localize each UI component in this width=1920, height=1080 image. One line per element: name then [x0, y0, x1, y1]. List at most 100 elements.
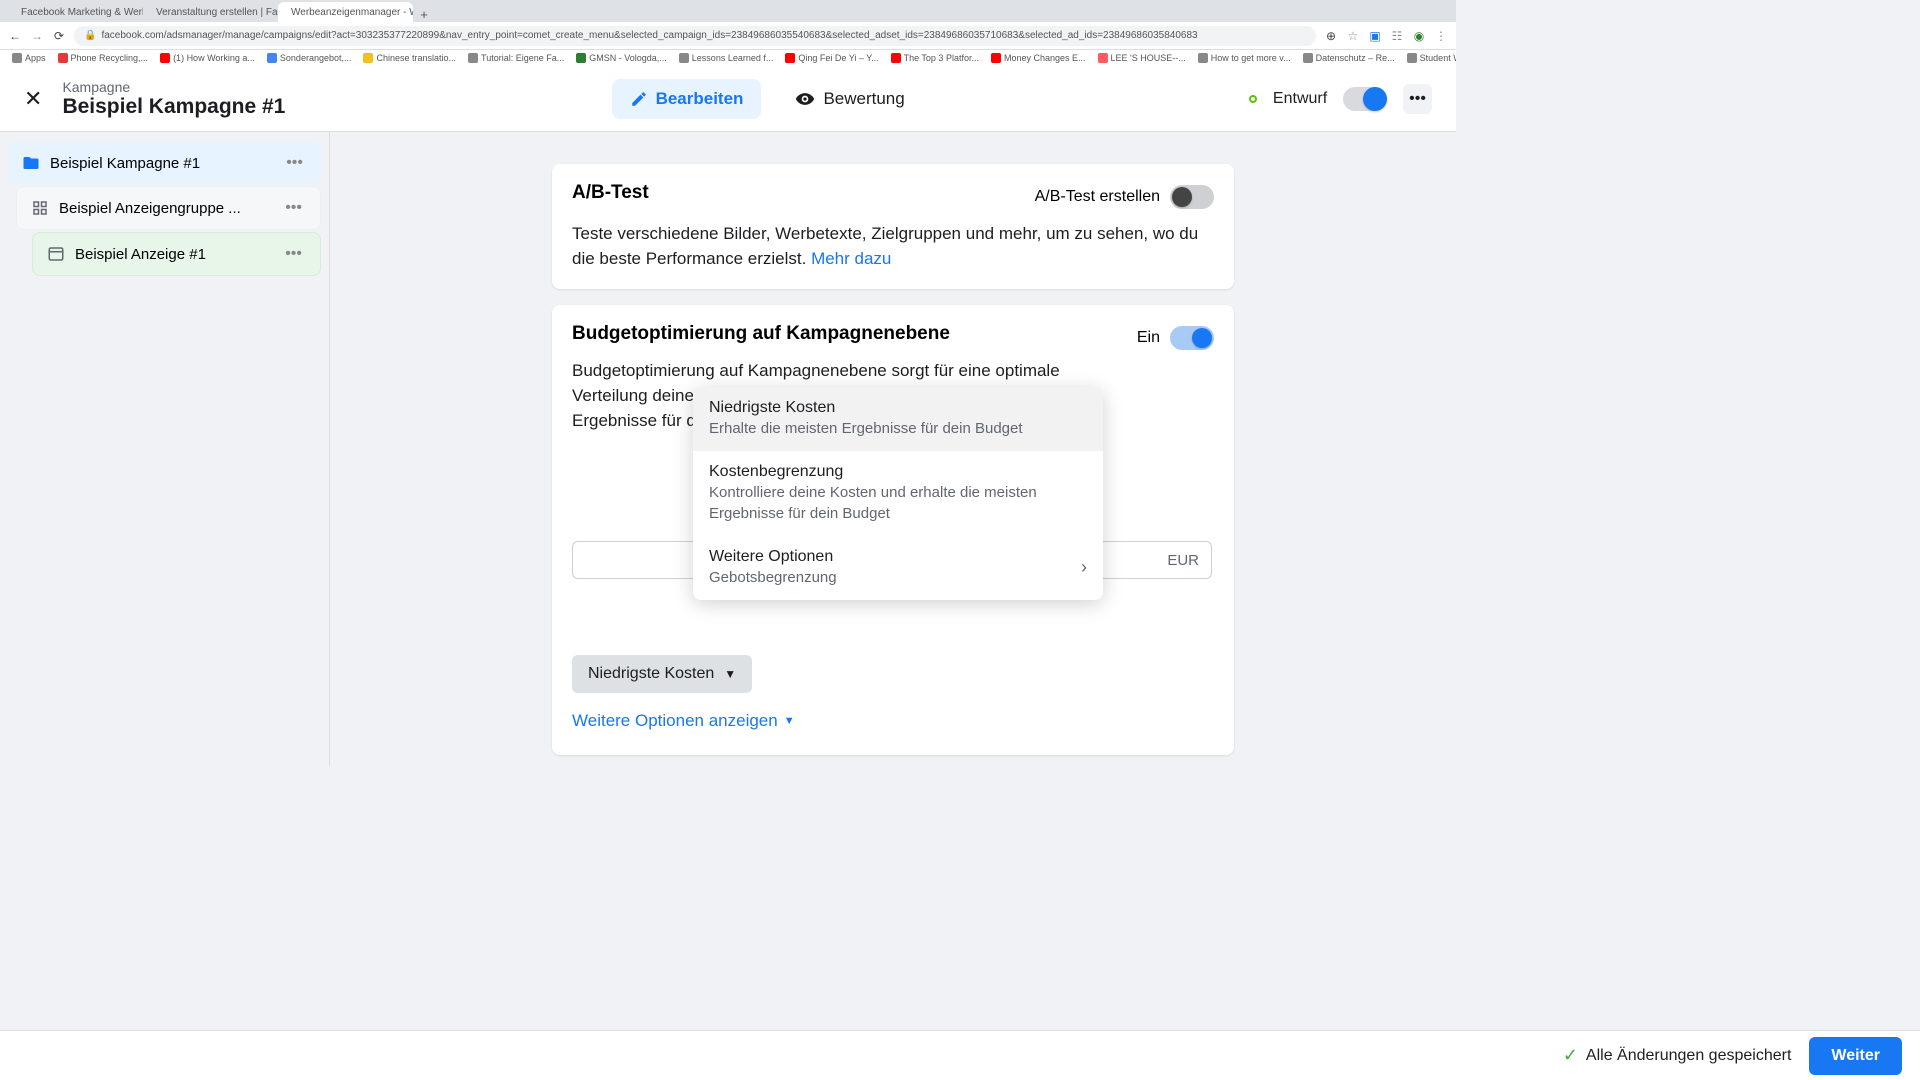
bookmark-item[interactable]: Phone Recycling,... — [54, 52, 153, 64]
bookmark-favicon — [468, 53, 478, 63]
sidebar-item-label: Beispiel Kampagne #1 — [50, 155, 200, 172]
menu-icon[interactable]: ⋮ — [1434, 29, 1448, 43]
url-bar[interactable]: 🔒facebook.com/adsmanager/manage/campaign… — [74, 26, 1316, 46]
browser-tab[interactable]: Veranstaltung erstellen | Face...× — [143, 2, 278, 22]
header-tabs: Bearbeiten Bewertung — [612, 79, 923, 119]
bookmark-bar: Apps Phone Recycling,... (1) How Working a… — [0, 50, 1456, 66]
app-header: ✕ Kampagne Beispiel Kampagne #1 Bearbeit… — [0, 66, 1456, 132]
header-right: Entwurf ••• — [1249, 84, 1432, 114]
ad-icon — [47, 245, 65, 263]
bookmark-favicon — [160, 53, 170, 63]
link-text: Weitere Optionen anzeigen — [572, 711, 778, 731]
option-more[interactable]: Weitere Optionen Gebotsbegrenzung › — [693, 536, 1103, 600]
learn-more-link[interactable]: Mehr dazu — [811, 249, 891, 268]
bookmark-label: Phone Recycling,... — [71, 53, 149, 63]
bookmark-item[interactable]: Tutorial: Eigene Fa... — [464, 52, 568, 64]
bookmark-item[interactable]: Money Changes E... — [987, 52, 1090, 64]
card-title: A/B-Test — [572, 182, 649, 204]
extension-icon[interactable]: ◉ — [1412, 29, 1426, 43]
bookmark-item[interactable]: GMSN - Vologda,... — [572, 52, 671, 64]
tab-label: Bearbeiten — [656, 89, 744, 109]
bookmark-favicon — [267, 53, 277, 63]
bookmark-label: LEE 'S HOUSE--... — [1111, 53, 1186, 63]
option-subtitle: Kontrolliere deine Kosten und erhalte di… — [709, 483, 1087, 524]
tab-review[interactable]: Bewertung — [777, 79, 922, 119]
sidebar: Beispiel Kampagne #1 ••• Beispiel Anzeig… — [0, 132, 330, 766]
browser-tab-active[interactable]: Werbeanzeigenmanager - We...× — [278, 2, 413, 22]
more-icon[interactable]: ••• — [282, 154, 307, 172]
back-button[interactable]: ← — [8, 29, 22, 43]
sidebar-item-ad[interactable]: Beispiel Anzeige #1 ••• — [32, 232, 321, 276]
abtest-toggle[interactable] — [1170, 185, 1214, 209]
bookmark-item[interactable]: Datenschutz – Re... — [1299, 52, 1399, 64]
more-button[interactable]: ••• — [1403, 84, 1432, 114]
tab-title: Veranstaltung erstellen | Face... — [156, 7, 278, 18]
more-icon[interactable]: ••• — [281, 245, 306, 263]
more-icon[interactable]: ••• — [281, 199, 306, 217]
zoom-icon[interactable]: ⊕ — [1324, 29, 1338, 43]
page-title: Beispiel Kampagne #1 — [62, 95, 285, 119]
tab-title: Facebook Marketing & Werbe... — [21, 7, 143, 18]
abtest-card: A/B-Test A/B-Test erstellen Teste versch… — [552, 164, 1234, 289]
bookmark-label: (1) How Working a... — [173, 53, 255, 63]
budget-toggle[interactable] — [1170, 326, 1214, 350]
bookmark-favicon — [679, 53, 689, 63]
folder-icon — [22, 154, 40, 172]
forward-button[interactable]: → — [30, 29, 44, 43]
bookmark-item[interactable]: LEE 'S HOUSE--... — [1094, 52, 1190, 64]
toggle-label: Ein — [1137, 329, 1160, 347]
footer-bar: ✓ Alle Änderungen gespeichert Weiter — [0, 1030, 1920, 1080]
new-tab-button[interactable]: + — [416, 6, 432, 22]
card-description: Teste verschiedene Bilder, Werbetexte, Z… — [572, 222, 1214, 271]
bookmark-item[interactable]: The Top 3 Platfor... — [887, 52, 983, 64]
extension-icon[interactable]: ▣ — [1368, 29, 1382, 43]
sidebar-item-adset[interactable]: Beispiel Anzeigengruppe ... ••• — [16, 186, 321, 230]
pencil-icon — [630, 90, 648, 108]
bookmark-item[interactable]: Lessons Learned f... — [675, 52, 778, 64]
bookmark-item[interactable]: How to get more v... — [1194, 52, 1295, 64]
bookmark-item[interactable]: Sonderangebot,... — [263, 52, 356, 64]
next-button[interactable]: Weiter — [1809, 1037, 1902, 1075]
browser-tab[interactable]: Facebook Marketing & Werbe...× — [8, 2, 143, 22]
app-body: Beispiel Kampagne #1 ••• Beispiel Anzeig… — [0, 132, 1456, 766]
reload-button[interactable]: ⟳ — [52, 29, 66, 43]
bookmark-label: The Top 3 Platfor... — [904, 53, 979, 63]
caret-down-icon: ▼ — [784, 715, 795, 727]
option-title: Weitere Optionen — [709, 548, 837, 566]
caret-down-icon: ▼ — [724, 667, 736, 681]
save-status: ✓ Alle Änderungen gespeichert — [1563, 1045, 1792, 1066]
option-cost-cap[interactable]: Kostenbegrenzung Kontrolliere deine Kost… — [693, 451, 1103, 536]
star-icon[interactable]: ☆ — [1346, 29, 1360, 43]
bookmark-label: Student Wants an... — [1420, 53, 1456, 63]
url-text: facebook.com/adsmanager/manage/campaigns… — [101, 30, 1197, 41]
tab-title: Werbeanzeigenmanager - We... — [291, 7, 413, 18]
browser-chrome: Facebook Marketing & Werbe...× Veranstal… — [0, 0, 1456, 66]
bookmark-label: Lessons Learned f... — [692, 53, 774, 63]
sidebar-item-campaign[interactable]: Beispiel Kampagne #1 ••• — [8, 142, 321, 184]
bookmark-label: Datenschutz – Re... — [1316, 53, 1395, 63]
campaign-toggle[interactable] — [1343, 87, 1387, 111]
option-subtitle: Gebotsbegrenzung — [709, 568, 837, 588]
bid-strategy-dropdown[interactable]: Niedrigste Kosten ▼ — [572, 655, 752, 693]
tab-label: Bewertung — [823, 89, 904, 109]
close-icon[interactable]: ✕ — [24, 86, 42, 112]
bookmark-item[interactable]: Apps — [8, 52, 50, 64]
bookmark-favicon — [1098, 53, 1108, 63]
bookmark-label: Chinese translatio... — [376, 53, 456, 63]
sidebar-item-label: Beispiel Anzeigengruppe ... — [59, 200, 241, 217]
bookmark-item[interactable]: Chinese translatio... — [359, 52, 460, 64]
bookmark-label: Tutorial: Eigene Fa... — [481, 53, 564, 63]
extension-icon[interactable]: ☷ — [1390, 29, 1404, 43]
bookmark-item[interactable]: Qing Fei De Yi – Y... — [781, 52, 882, 64]
bookmark-favicon — [991, 53, 1001, 63]
option-lowest-cost[interactable]: Niedrigste Kosten Erhalte die meisten Er… — [693, 387, 1103, 451]
bookmark-item[interactable]: Student Wants an... — [1403, 52, 1456, 64]
status-text: Entwurf — [1273, 90, 1327, 108]
tab-edit[interactable]: Bearbeiten — [612, 79, 762, 119]
check-icon: ✓ — [1563, 1045, 1578, 1066]
show-more-link[interactable]: Weitere Optionen anzeigen ▼ — [572, 711, 795, 731]
status-dot-icon — [1249, 95, 1257, 103]
grid-icon — [31, 199, 49, 217]
header-subtitle: Kampagne — [62, 79, 285, 95]
bookmark-item[interactable]: (1) How Working a... — [156, 52, 259, 64]
